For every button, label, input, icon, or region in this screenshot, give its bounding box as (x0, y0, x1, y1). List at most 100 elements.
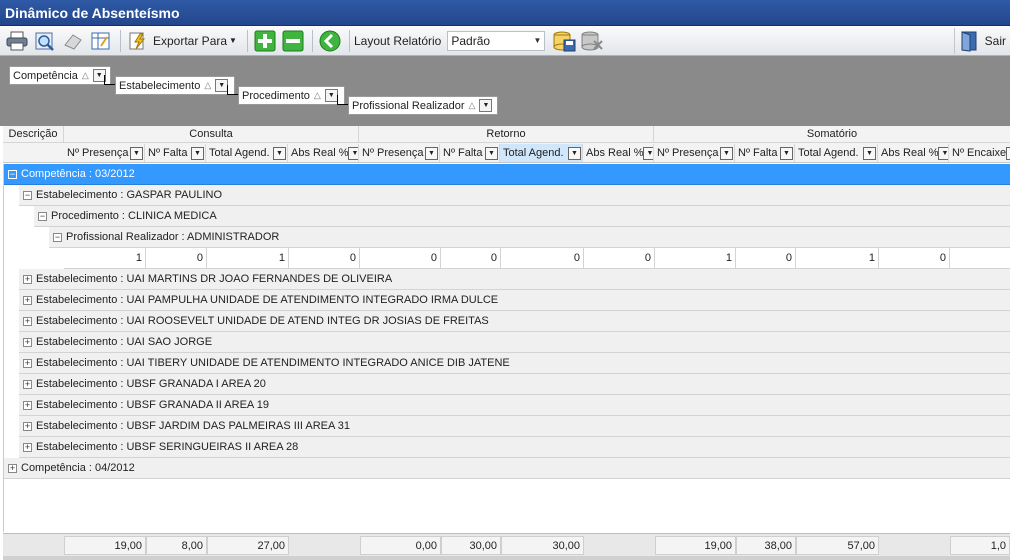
chevron-down-icon[interactable]: ▼ (324, 89, 338, 102)
description-header[interactable]: Descrição (3, 126, 64, 143)
expand-icon[interactable]: + (23, 421, 32, 431)
column-header[interactable]: Abs Real % ▼ (583, 144, 654, 162)
expand-icon[interactable]: + (23, 442, 32, 452)
export-icon[interactable] (125, 29, 151, 53)
chevron-down-icon[interactable]: ▼ (191, 146, 204, 160)
column-header[interactable]: Nº Falta ▼ (735, 144, 795, 162)
column-header[interactable]: Nº Falta ▼ (440, 144, 500, 162)
data-cell[interactable]: 0 (501, 248, 584, 268)
chevron-down-icon[interactable]: ▼ (780, 146, 793, 160)
collapse-icon[interactable]: − (8, 169, 17, 179)
column-header-label: Nº Falta (738, 147, 778, 159)
chevron-down-icon[interactable]: ▼ (273, 146, 286, 160)
group-chip-estabelecimento[interactable]: Estabelecimento △ ▼ (115, 76, 235, 95)
group-row-label: Estabelecimento : UBSF GRANADA II AREA 1… (36, 399, 269, 411)
chevron-down-icon[interactable]: ▼ (485, 146, 498, 160)
sort-asc-icon: △ (81, 70, 89, 80)
group-row-competencia[interactable]: + Competência : 04/2012 (4, 458, 1010, 479)
sort-asc-icon: △ (468, 100, 476, 110)
data-cell[interactable]: 0 (289, 248, 360, 268)
chevron-down-icon[interactable]: ▼ (938, 146, 948, 160)
expand-icon[interactable]: + (23, 295, 32, 305)
group-row-estabelecimento[interactable]: + Estabelecimento : UAI MARTINS DR JOAO … (19, 269, 1010, 290)
group-row-estabelecimento[interactable]: + Estabelecimento : UAI TIBERY UNIDADE D… (19, 353, 1010, 374)
group-chip-competencia[interactable]: Competência △ ▼ (9, 66, 111, 85)
expand-icon[interactable]: + (23, 358, 32, 368)
horizontal-scrollbar[interactable] (3, 556, 1010, 560)
chevron-down-icon[interactable]: ▼ (568, 146, 581, 160)
group-row-estabelecimento[interactable]: − Estabelecimento : GASPAR PAULINO (19, 185, 1010, 206)
band-retorno: Retorno (359, 126, 654, 143)
layout-select[interactable]: Padrão ▼ (447, 30, 546, 51)
chevron-down-icon[interactable]: ▼ (130, 146, 143, 160)
data-cell[interactable]: 1 (64, 248, 146, 268)
collapse-icon[interactable]: − (23, 190, 32, 200)
data-cell[interactable]: 0 (360, 248, 441, 268)
group-row-label: Estabelecimento : UBSF JARDIM DAS PALMEI… (36, 420, 351, 432)
expand-all-icon[interactable] (252, 29, 278, 53)
column-header[interactable]: Total Agend. ▼ (206, 144, 288, 162)
delete-layout-icon[interactable] (579, 29, 605, 53)
group-row-estabelecimento[interactable]: + Estabelecimento : UBSF SERINGUEIRAS II… (19, 437, 1010, 458)
expand-icon[interactable]: + (23, 379, 32, 389)
save-layout-icon[interactable] (551, 29, 577, 53)
column-header[interactable]: Abs Real % ▼ (878, 144, 949, 162)
column-header[interactable]: Nº Presença ▼ (359, 144, 440, 162)
data-cell[interactable]: 0 (736, 248, 796, 268)
back-icon[interactable] (317, 29, 343, 53)
expand-icon[interactable]: + (23, 400, 32, 410)
exit-button[interactable]: Sair (953, 28, 1010, 54)
group-row-estabelecimento[interactable]: + Estabelecimento : UBSF GRANADA I AREA … (19, 374, 1010, 395)
expand-icon[interactable]: + (23, 337, 32, 347)
export-dropdown-arrow-icon[interactable]: ▼ (229, 36, 237, 45)
data-cell[interactable]: 0 (584, 248, 655, 268)
group-chip-procedimento[interactable]: Procedimento △ ▼ (238, 86, 345, 105)
group-panel: Competência △ ▼ Estabelecimento △ ▼ Proc… (0, 56, 1010, 126)
expand-icon[interactable]: + (8, 463, 17, 473)
collapse-icon[interactable]: − (38, 211, 47, 221)
group-chip-profissional[interactable]: Profissional Realizador △ ▼ (348, 96, 498, 115)
group-row-estabelecimento[interactable]: + Estabelecimento : UBSF JARDIM DAS PALM… (19, 416, 1010, 437)
group-row-estabelecimento[interactable]: + Estabelecimento : UAI ROOSEVELT UNIDAD… (19, 311, 1010, 332)
group-row-estabelecimento[interactable]: + Estabelecimento : UAI SAO JORGE (19, 332, 1010, 353)
data-cell[interactable]: 1 (796, 248, 879, 268)
group-row-label: Estabelecimento : UBSF SERINGUEIRAS II A… (36, 441, 299, 453)
data-cell[interactable]: 0 (441, 248, 501, 268)
expand-icon[interactable]: + (23, 274, 32, 284)
data-cell[interactable]: 0 (146, 248, 207, 268)
export-menu-button[interactable]: Exportar Para (153, 34, 227, 48)
column-header-highlighted[interactable]: Total Agend. ▼ (500, 144, 583, 162)
collapse-icon[interactable]: − (53, 232, 62, 242)
print-icon[interactable] (4, 29, 30, 53)
chevron-down-icon[interactable]: ▼ (863, 146, 876, 160)
chevron-down-icon[interactable]: ▼ (643, 146, 653, 160)
data-cell[interactable]: 0 (879, 248, 950, 268)
group-row-estabelecimento[interactable]: + Estabelecimento : UAI PAMPULHA UNIDADE… (19, 290, 1010, 311)
group-row-competencia[interactable]: − Competência : 03/2012 (4, 164, 1010, 185)
column-header[interactable]: Nº Encaixe▼ (949, 144, 1010, 162)
column-header[interactable]: Total Agend. ▼ (795, 144, 878, 162)
column-header[interactable]: Nº Falta ▼ (145, 144, 206, 162)
column-header-label: Nº Presença (657, 147, 719, 159)
group-row-label: Profissional Realizador : ADMINISTRADOR (66, 231, 280, 243)
print-preview-icon[interactable] (32, 29, 58, 53)
data-cell[interactable]: 1 (655, 248, 736, 268)
field-chooser-icon[interactable] (88, 29, 114, 53)
column-header[interactable]: Abs Real % ▼ (288, 144, 359, 162)
chevron-down-icon[interactable]: ▼ (479, 99, 493, 112)
chevron-down-icon[interactable]: ▼ (425, 146, 438, 160)
chevron-down-icon[interactable]: ▼ (1006, 146, 1010, 160)
group-row-estabelecimento[interactable]: + Estabelecimento : UBSF GRANADA II AREA… (19, 395, 1010, 416)
chevron-down-icon[interactable]: ▼ (348, 146, 358, 160)
eraser-icon[interactable] (60, 29, 86, 53)
column-header[interactable]: Nº Presença ▼ (654, 144, 735, 162)
group-row-profissional[interactable]: − Profissional Realizador : ADMINISTRADO… (49, 227, 1010, 248)
data-cell[interactable] (950, 248, 1010, 268)
column-header[interactable]: Nº Presença ▼ (64, 144, 145, 162)
group-row-procedimento[interactable]: − Procedimento : CLINICA MEDICA (34, 206, 1010, 227)
collapse-all-icon[interactable] (280, 29, 306, 53)
data-cell[interactable]: 1 (207, 248, 289, 268)
group-row-label: Competência : 04/2012 (21, 462, 135, 474)
expand-icon[interactable]: + (23, 316, 32, 326)
chevron-down-icon[interactable]: ▼ (720, 146, 733, 160)
